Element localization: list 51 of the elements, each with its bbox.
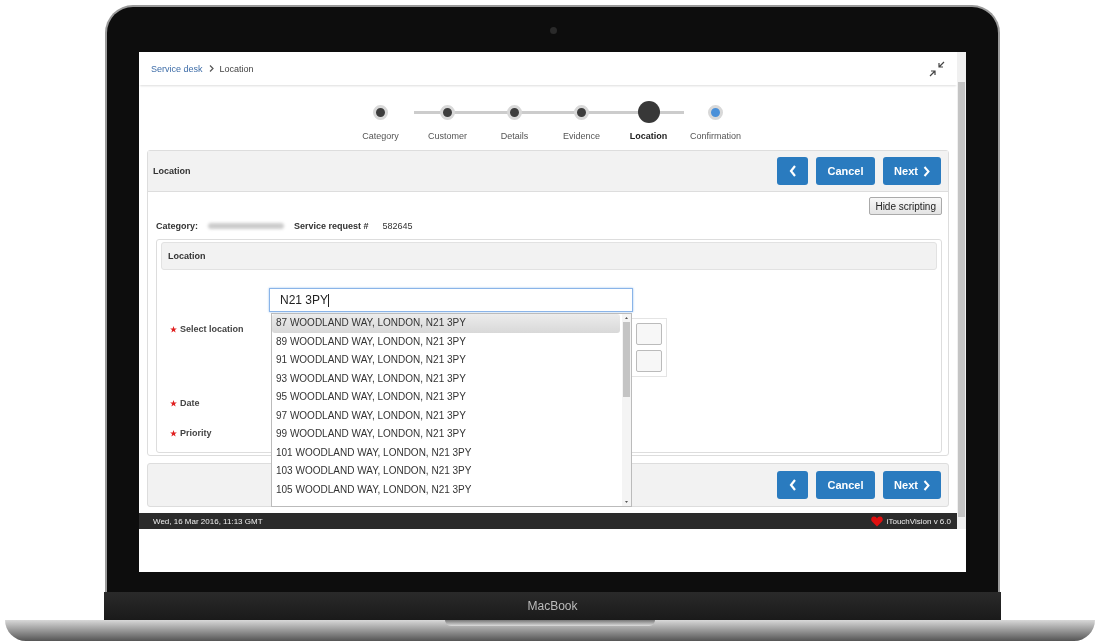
input-field[interactable] — [636, 350, 662, 372]
back-button[interactable] — [777, 471, 808, 499]
suggestion-item[interactable]: 101 WOODLAND WAY, LONDON, N21 3PY — [272, 443, 622, 462]
scroll-down-icon[interactable] — [622, 498, 631, 506]
chevron-left-icon — [788, 479, 797, 491]
section-title: Location — [168, 251, 206, 261]
brand-label: MacBook — [527, 599, 578, 613]
chevron-right-icon — [208, 65, 214, 72]
scrollbar[interactable] — [957, 52, 966, 529]
suggestion-item[interactable]: 99 WOODLAND WAY, LONDON, N21 3PY — [272, 425, 622, 444]
collapse-icon[interactable] — [929, 61, 945, 77]
cancel-button[interactable]: Cancel — [816, 471, 875, 499]
input-field[interactable] — [636, 323, 662, 345]
next-button[interactable]: Next — [883, 471, 941, 499]
chevron-right-icon — [922, 165, 930, 177]
hide-scripting-button[interactable]: Hide scripting — [869, 197, 942, 215]
panel-title: Location — [153, 166, 191, 176]
next-button[interactable]: Next — [883, 157, 941, 185]
suggestion-item[interactable]: 103 WOODLAND WAY, LONDON, N21 3PY — [272, 462, 622, 481]
breadcrumb-current: Location — [219, 63, 254, 74]
suggestion-item[interactable]: 95 WOODLAND WAY, LONDON, N21 3PY — [272, 388, 622, 407]
status-date: Wed, 16 Mar 2016, 11:13 GMT — [153, 516, 263, 526]
category-label: Category: — [156, 221, 198, 231]
step-label[interactable]: Location — [629, 131, 668, 141]
suggestion-item[interactable]: 87 WOODLAND WAY, LONDON, N21 3PY — [272, 314, 620, 333]
field-label: Priority — [180, 428, 212, 438]
step-label[interactable]: Evidence — [563, 131, 600, 141]
step-label[interactable]: Customer — [428, 131, 467, 141]
suggestion-item[interactable]: 91 WOODLAND WAY, LONDON, N21 3PY — [272, 351, 622, 370]
suggestion-item[interactable]: 97 WOODLAND WAY, LONDON, N21 3PY — [272, 406, 622, 425]
camera-icon — [550, 27, 557, 34]
step-label[interactable]: Confirmation — [690, 131, 741, 141]
search-field[interactable]: N21 3PY — [269, 288, 633, 312]
step-label[interactable]: Category — [362, 131, 399, 141]
chevron-right-icon — [922, 479, 930, 491]
scrollbar[interactable] — [622, 314, 631, 506]
chevron-left-icon — [788, 165, 797, 177]
field-label: Select location — [180, 324, 244, 334]
heart-icon — [870, 515, 883, 527]
request-label: Service request # — [294, 221, 369, 231]
back-button[interactable] — [777, 157, 808, 185]
request-number: 582645 — [382, 221, 413, 231]
cancel-button[interactable]: Cancel — [816, 157, 875, 185]
suggestion-item[interactable]: 93 WOODLAND WAY, LONDON, N21 3PY — [272, 369, 622, 388]
suggestion-item[interactable]: 105 WOODLAND WAY, LONDON, N21 3PY — [272, 480, 622, 499]
breadcrumb-link[interactable]: Service desk — [151, 63, 203, 74]
scroll-up-icon[interactable] — [622, 314, 631, 322]
field-label: Date — [180, 398, 200, 408]
version-label: iTouchVision v 6.0 — [886, 516, 951, 526]
step-label[interactable]: Details — [500, 131, 529, 141]
suggestion-item[interactable]: 89 WOODLAND WAY, LONDON, N21 3PY — [272, 332, 622, 351]
